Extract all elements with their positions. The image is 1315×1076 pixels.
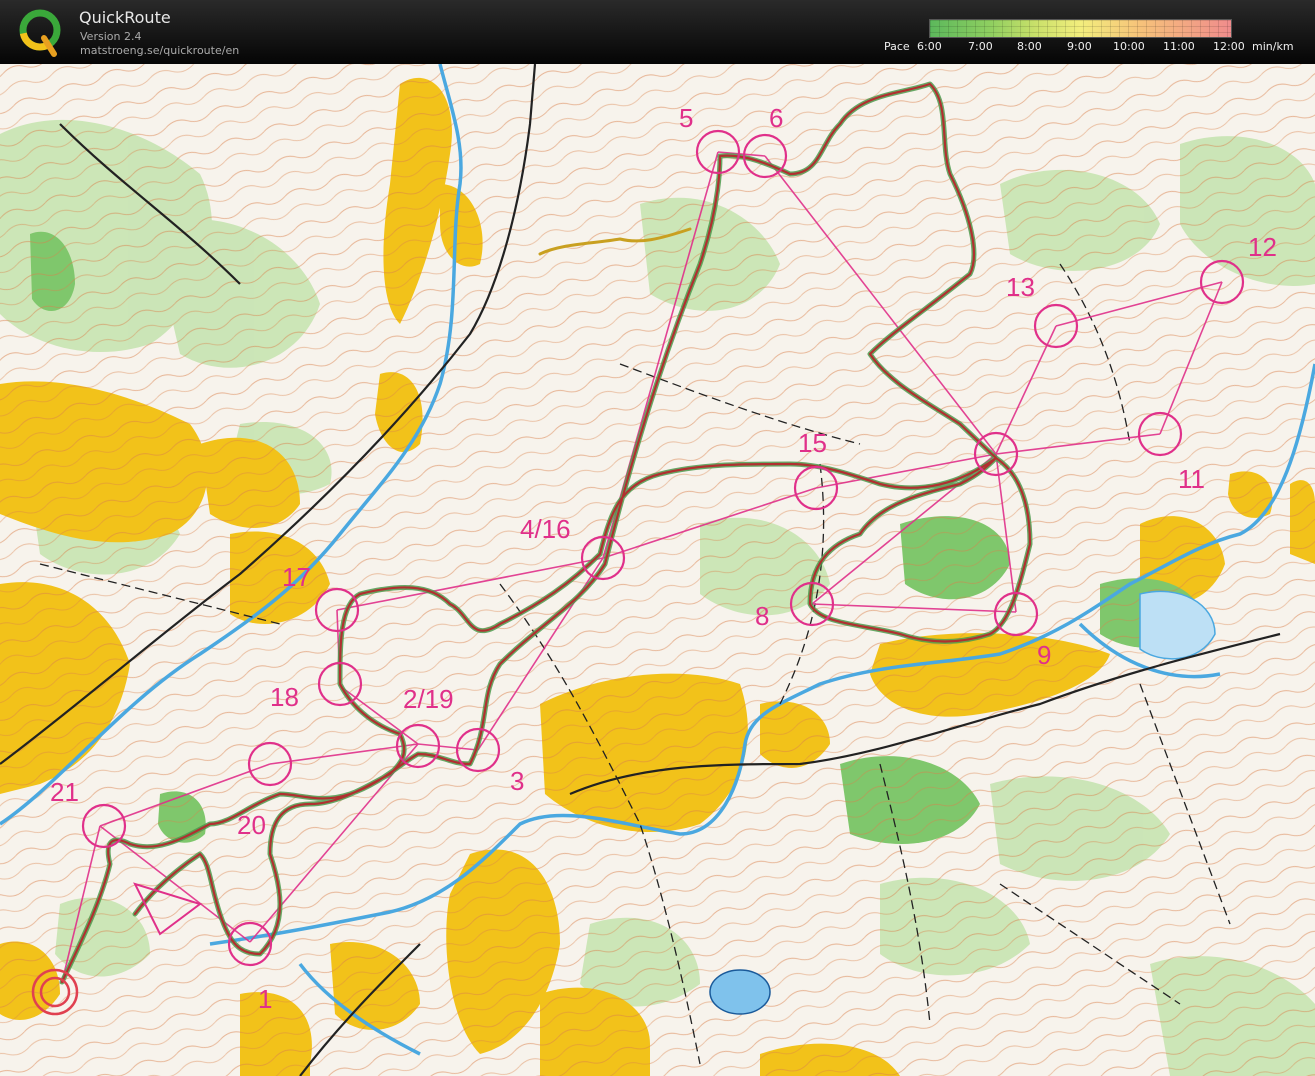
pace-tick: 6:00 (917, 40, 942, 53)
map-canvas[interactable]: 1 2/19 3 4/16 5 6 8 9 11 12 13 15 17 18 … (0, 64, 1315, 1076)
control-label: 5 (679, 103, 693, 133)
pond (709, 969, 771, 1015)
quickroute-logo-icon (19, 9, 61, 57)
pace-color-bar (929, 19, 1232, 38)
pace-tick: 7:00 (968, 40, 993, 53)
control-label: 15 (798, 428, 827, 458)
contour-lines (0, 64, 1315, 1076)
orienteering-map[interactable]: 1 2/19 3 4/16 5 6 8 9 11 12 13 15 17 18 … (0, 64, 1315, 1076)
pace-unit: min/km (1252, 40, 1294, 53)
app-header: QuickRoute Version 2.4 matstroeng.se/qui… (0, 0, 1315, 64)
pace-tick: 10:00 (1113, 40, 1145, 53)
app-url: matstroeng.se/quickroute/en (80, 44, 240, 57)
control-label: 12 (1248, 232, 1277, 262)
app-title: QuickRoute (79, 8, 171, 27)
app-version: Version 2.4 (80, 30, 142, 43)
pace-label: Pace (884, 40, 910, 53)
pace-tick: 11:00 (1163, 40, 1195, 53)
control-label: 9 (1037, 640, 1051, 670)
control-label: 21 (50, 777, 79, 807)
control-label: 2/19 (403, 684, 454, 714)
control-label: 3 (510, 766, 524, 796)
pace-tick: 8:00 (1017, 40, 1042, 53)
pace-tick: 9:00 (1067, 40, 1092, 53)
control-label: 8 (755, 601, 769, 631)
control-label: 4/16 (520, 514, 571, 544)
control-label: 11 (1178, 464, 1205, 494)
control-label: 18 (270, 682, 299, 712)
control-label: 1 (258, 984, 272, 1014)
control-label: 17 (282, 562, 311, 592)
pace-tick: 12:00 (1213, 40, 1245, 53)
control-label: 20 (237, 810, 266, 840)
control-label: 6 (769, 103, 783, 133)
control-label: 13 (1006, 272, 1035, 302)
